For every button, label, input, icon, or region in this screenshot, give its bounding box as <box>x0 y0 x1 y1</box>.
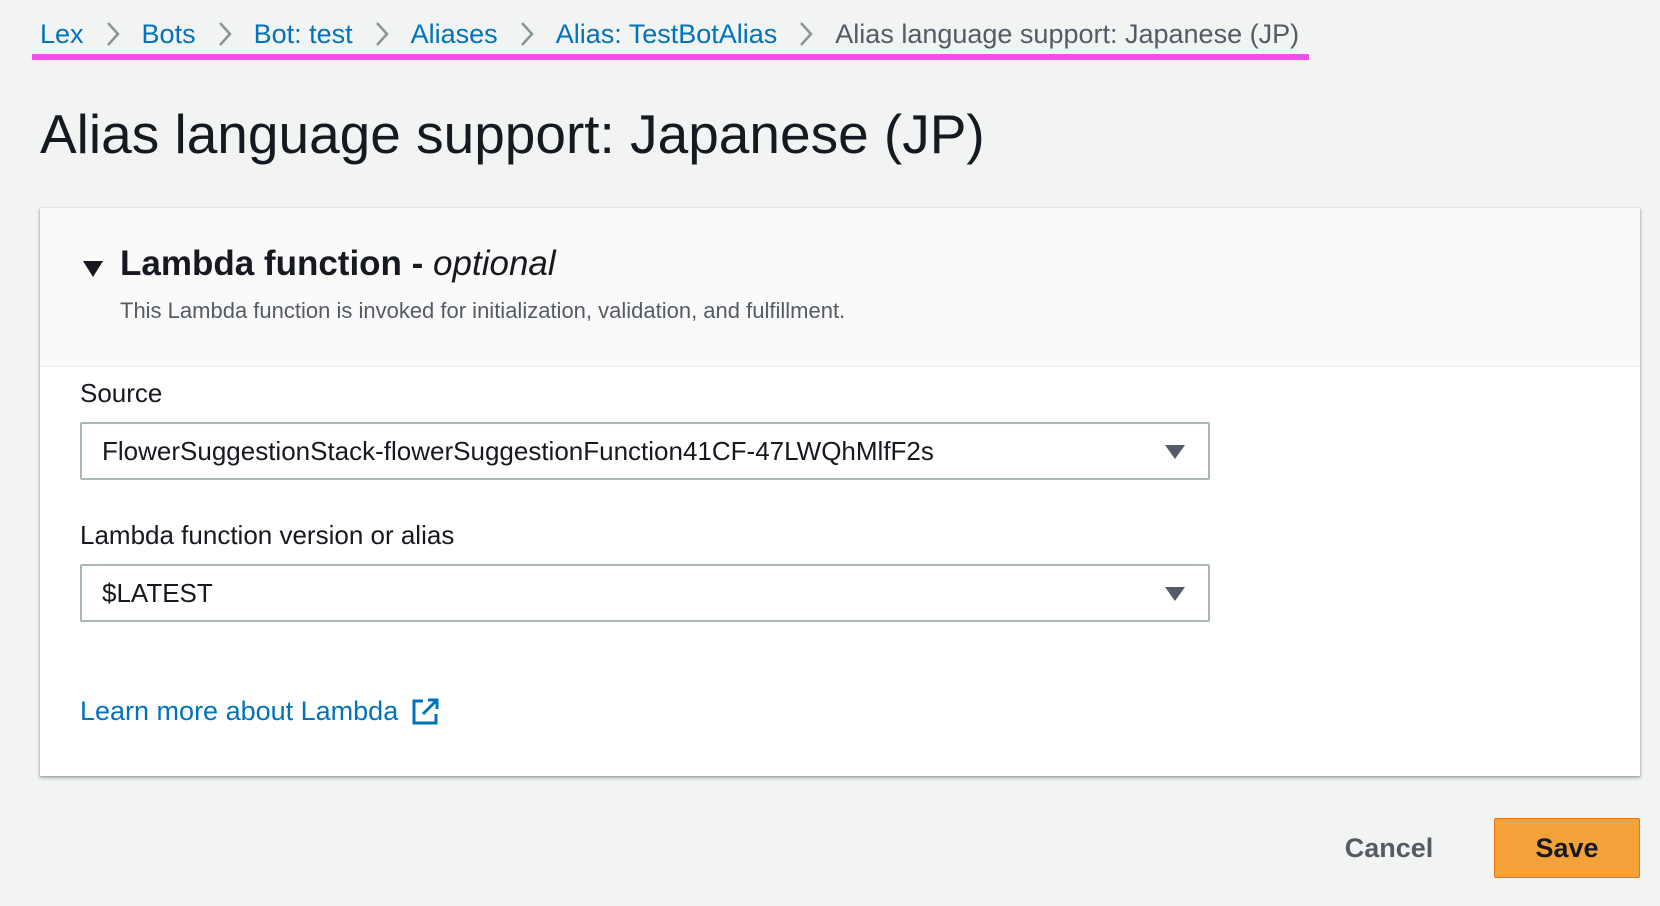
lambda-panel-title-text: Lambda function - <box>120 244 424 283</box>
breadcrumb-item-lex[interactable]: Lex <box>40 20 84 48</box>
source-select[interactable]: FlowerSuggestionStack-flowerSuggestionFu… <box>80 422 1210 480</box>
version-select-value: $LATEST <box>102 577 213 608</box>
breadcrumb: Lex Bots Bot: test Aliases Alias: TestBo… <box>32 14 1310 60</box>
caret-down-icon <box>1165 445 1185 459</box>
breadcrumb-item-bots[interactable]: Bots <box>142 20 196 48</box>
version-label: Lambda function version or alias <box>80 520 455 550</box>
breadcrumb-item-current: Alias language support: Japanese (JP) <box>835 18 1300 49</box>
source-select-value: FlowerSuggestionStack-flowerSuggestionFu… <box>102 435 934 466</box>
chevron-right-icon <box>353 19 411 49</box>
chevron-right-icon <box>84 19 142 49</box>
version-select[interactable]: $LATEST <box>80 564 1210 622</box>
breadcrumb-item-alias[interactable]: Alias: TestBotAlias <box>556 20 778 48</box>
save-button[interactable]: Save <box>1494 818 1640 878</box>
caret-down-icon[interactable] <box>82 260 104 278</box>
breadcrumb-item-bot-test[interactable]: Bot: test <box>254 20 353 48</box>
chevron-right-icon <box>498 19 556 49</box>
lambda-panel-title-optional: optional <box>433 244 556 283</box>
chevron-right-icon <box>196 19 254 49</box>
lambda-panel-header[interactable]: Lambda function - optional This Lambda f… <box>40 208 1640 367</box>
learn-more-lambda-text: Learn more about Lambda <box>80 696 399 726</box>
caret-down-icon <box>1165 587 1185 601</box>
learn-more-lambda-link[interactable]: Learn more about Lambda <box>80 696 440 727</box>
lambda-function-panel: Lambda function - optional This Lambda f… <box>40 208 1640 776</box>
source-label: Source <box>80 378 163 408</box>
breadcrumb-item-aliases[interactable]: Aliases <box>411 20 498 48</box>
cancel-button[interactable]: Cancel <box>1320 818 1458 878</box>
external-link-icon <box>412 698 439 724</box>
lambda-panel-description: This Lambda function is invoked for init… <box>120 298 846 323</box>
chevron-right-icon <box>777 19 835 49</box>
page-title: Alias language support: Japanese (JP) <box>40 103 985 165</box>
lambda-panel-title: Lambda function - optional <box>120 244 556 284</box>
